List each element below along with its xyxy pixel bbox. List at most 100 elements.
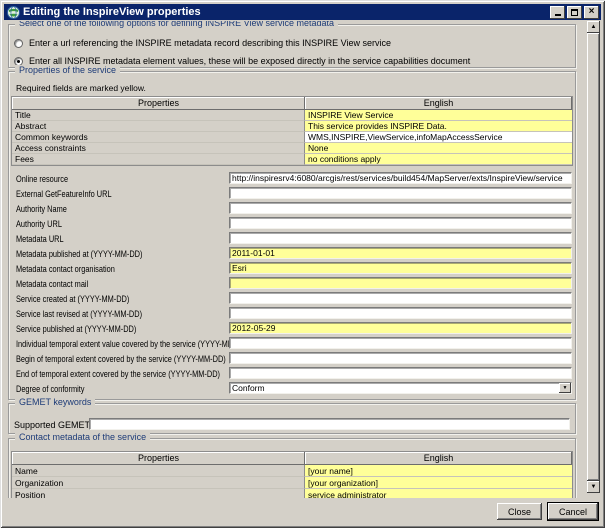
table-header-row: PropertiesEnglish	[12, 452, 572, 465]
service-properties-group-label: Properties of the service	[15, 65, 120, 75]
field-input[interactable]	[229, 217, 572, 229]
field-input[interactable]	[229, 307, 572, 319]
form-field-row: Metadata URL	[11, 231, 573, 246]
field-label: Metadata contact organisation	[16, 264, 115, 274]
field-label: Degree of conformity	[16, 384, 85, 394]
field-input[interactable]	[229, 172, 572, 184]
property-name-cell: Title	[12, 110, 305, 121]
close-window-button[interactable]: ×	[584, 6, 599, 19]
service-properties-groupbox: Properties of the service Required field…	[8, 71, 576, 400]
radio-dot	[17, 60, 20, 63]
radio-option-label: Enter a url referencing the INSPIRE meta…	[29, 38, 391, 48]
field-input[interactable]	[229, 262, 572, 274]
options-groupbox: Select one of the following options for …	[8, 24, 576, 68]
table-row: Name[your name]	[12, 465, 572, 477]
field-label: Online resource	[16, 174, 68, 184]
field-label: Metadata contact mail	[16, 279, 88, 289]
property-value-cell[interactable]: None	[305, 143, 572, 154]
chevron-down-icon[interactable]: ▼	[559, 383, 571, 393]
field-input[interactable]	[229, 187, 572, 199]
scroll-up-button[interactable]: ▲	[587, 21, 600, 33]
field-label: Metadata published at (YYYY-MM-DD)	[16, 249, 142, 259]
form-field-row: External GetFeatureInfo URL	[11, 186, 573, 201]
property-name-cell: Access constraints	[12, 143, 305, 154]
globe-icon	[7, 6, 20, 19]
maximize-icon	[571, 9, 578, 16]
maximize-button[interactable]	[567, 6, 582, 19]
close-icon: ×	[589, 7, 595, 17]
property-name-cell: Common keywords	[12, 132, 305, 143]
inspireview-properties-dialog: Editing the InspireView properties × Sel…	[0, 0, 605, 528]
service-properties-fields: Online resource External GetFeatureInfo U…	[11, 171, 573, 396]
required-fields-note: Required fields are marked yellow.	[16, 83, 146, 93]
property-value-cell[interactable]: service administrator	[305, 489, 572, 498]
table-header-row: PropertiesEnglish	[12, 97, 572, 110]
field-label: End of temporal extent covered by the se…	[16, 369, 220, 379]
minimize-icon	[555, 14, 561, 16]
gemet-groupbox: GEMET keywords Supported GEMET themes	[8, 403, 576, 434]
field-input[interactable]	[229, 292, 572, 304]
window-title: Editing the InspireView properties	[23, 6, 550, 18]
scroll-down-button[interactable]: ▼	[587, 481, 600, 493]
field-input[interactable]	[229, 277, 572, 289]
table-row: Feesno conditions apply	[12, 154, 572, 165]
field-input[interactable]	[229, 232, 572, 244]
close-button[interactable]: Close	[497, 503, 542, 520]
contact-metadata-groupbox: Contact metadata of the service Properti…	[8, 438, 576, 498]
field-label: Authority Name	[16, 204, 67, 214]
scrollbar-thumb[interactable]	[587, 33, 600, 481]
form-field-row: Metadata contact organisation	[11, 261, 573, 276]
form-field-row: End of temporal extent covered by the se…	[11, 366, 573, 381]
form-field-row: Begin of temporal extent covered by the …	[11, 351, 573, 366]
table-row: TitleINSPIRE View Service	[12, 110, 572, 121]
table-row: Organization[your organization]	[12, 477, 572, 489]
column-header-properties[interactable]: Properties	[12, 452, 305, 465]
field-label: Individual temporal extent value covered…	[16, 339, 250, 349]
property-value-cell[interactable]: no conditions apply	[305, 154, 572, 165]
dialog-content: Select one of the following options for …	[4, 21, 587, 498]
form-field-row: Degree of conformity Conform▼	[11, 381, 573, 396]
table-row: Common keywordsWMS,INSPIRE,ViewService,i…	[12, 132, 572, 143]
vertical-scrollbar[interactable]: ▲ ▼	[587, 21, 600, 493]
table-row: Access constraintsNone	[12, 143, 572, 154]
property-value-cell[interactable]: [your organization]	[305, 477, 572, 489]
property-name-cell: Abstract	[12, 121, 305, 132]
options-group-label: Select one of the following options for …	[15, 21, 338, 28]
field-label: Service created at (YYYY-MM-DD)	[16, 294, 129, 304]
field-input[interactable]	[229, 367, 572, 379]
column-header-properties[interactable]: Properties	[12, 97, 305, 110]
titlebar[interactable]: Editing the InspireView properties ×	[4, 4, 601, 20]
field-input[interactable]	[229, 352, 572, 364]
gemet-group-label: GEMET keywords	[15, 397, 95, 407]
form-field-row: Authority Name	[11, 201, 573, 216]
property-value-cell[interactable]: [your name]	[305, 465, 572, 477]
field-label: Service last revised at (YYYY-MM-DD)	[16, 309, 142, 319]
form-field-row: Service last revised at (YYYY-MM-DD)	[11, 306, 573, 321]
radio-unselected-icon[interactable]	[14, 39, 23, 48]
supported-gemet-themes-input[interactable]	[89, 418, 570, 430]
contact-metadata-table: PropertiesEnglishName[your name]Organiza…	[11, 451, 573, 498]
property-value-cell[interactable]: This service provides INSPIRE Data.	[305, 121, 572, 132]
form-field-row: Individual temporal extent value covered…	[11, 336, 573, 351]
column-header-english[interactable]: English	[305, 452, 572, 465]
property-value-cell[interactable]: WMS,INSPIRE,ViewService,infoMapAccessSer…	[305, 132, 572, 143]
field-input[interactable]	[229, 322, 572, 334]
property-name-cell: Position	[12, 489, 305, 498]
field-input[interactable]	[229, 337, 572, 349]
table-row: AbstractThis service provides INSPIRE Da…	[12, 121, 572, 132]
form-field-row: Authority URL	[11, 216, 573, 231]
property-value-cell[interactable]: INSPIRE View Service	[305, 110, 572, 121]
field-label: External GetFeatureInfo URL	[16, 189, 112, 199]
property-name-cell: Name	[12, 465, 305, 477]
field-label: Begin of temporal extent covered by the …	[16, 354, 226, 364]
column-header-english[interactable]: English	[305, 97, 572, 110]
minimize-button[interactable]	[550, 6, 565, 19]
field-input[interactable]	[229, 247, 572, 259]
contact-group-label: Contact metadata of the service	[15, 432, 150, 442]
radio-option-1[interactable]: Enter a url referencing the INSPIRE meta…	[9, 34, 575, 52]
degree-of-conformity-dropdown[interactable]: Conform▼	[229, 382, 572, 394]
form-field-row: Service created at (YYYY-MM-DD)	[11, 291, 573, 306]
field-input[interactable]	[229, 202, 572, 214]
property-name-cell: Fees	[12, 154, 305, 165]
cancel-button[interactable]: Cancel	[547, 502, 599, 521]
